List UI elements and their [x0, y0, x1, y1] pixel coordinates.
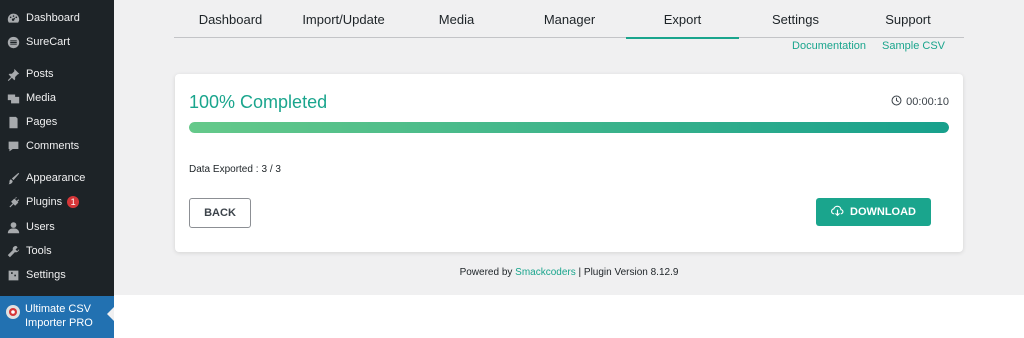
- documentation-link[interactable]: Documentation: [792, 40, 866, 52]
- export-progress-card: 100% Completed 00:00:10 Data Exported :3…: [175, 74, 963, 252]
- data-exported-label: Data Exported :: [189, 164, 259, 175]
- tab-support[interactable]: Support: [852, 0, 964, 38]
- sidebar-item-label: Settings: [26, 269, 66, 281]
- sidebar-item-label: Comments: [26, 140, 80, 152]
- sidebar-item-surecart[interactable]: SureCart: [0, 30, 114, 54]
- sidebar-active-label: Ultimate CSV Importer PRO: [25, 302, 93, 330]
- sidebar-item-appearance[interactable]: Appearance: [0, 166, 114, 190]
- sidebar-item-media[interactable]: Media: [0, 86, 114, 110]
- timer-value: 00:00:10: [906, 96, 949, 108]
- sidebar-item-label: SureCart: [26, 36, 71, 48]
- app-root: Dashboard SureCart Posts Media Pages Com…: [0, 0, 1024, 338]
- admin-sidebar: Dashboard SureCart Posts Media Pages Com…: [0, 0, 114, 338]
- sidebar-item-label: Users: [26, 221, 55, 233]
- plugin-tabs: Dashboard Import/Update Media Manager Ex…: [174, 0, 964, 39]
- active-menu-arrow: [107, 307, 114, 321]
- sidebar-item-comments[interactable]: Comments: [0, 134, 114, 158]
- sidebar-item-label: Media: [26, 92, 56, 104]
- sidebar-item-users[interactable]: Users: [0, 215, 114, 239]
- sidebar-item-label: Appearance: [26, 172, 86, 184]
- sidebar-item-pages[interactable]: Pages: [0, 110, 114, 134]
- pages-icon: [6, 115, 20, 129]
- tab-media[interactable]: Media: [400, 0, 513, 38]
- plugin-icon: [6, 195, 20, 209]
- progress-bar: [189, 122, 949, 133]
- sidebar-active-label-line1: Ultimate CSV: [25, 303, 92, 315]
- sidebar-item-label: Plugins: [26, 196, 63, 208]
- page-bottom-area: [114, 295, 1024, 338]
- media-icon: [6, 91, 20, 105]
- sidebar-item-dashboard[interactable]: Dashboard: [0, 6, 114, 30]
- data-exported-status: Data Exported :3 / 3: [189, 164, 284, 175]
- wrench-icon: [6, 244, 20, 258]
- sidebar-active-label-line2: Importer PRO: [25, 317, 93, 329]
- data-exported-value: 3 / 3: [261, 164, 281, 175]
- tab-export[interactable]: Export: [626, 0, 739, 39]
- sample-csv-link[interactable]: Sample CSV: [882, 40, 945, 52]
- elapsed-timer: 00:00:10: [891, 95, 949, 109]
- footer-version: | Plugin Version 8.12.9: [578, 267, 679, 278]
- download-button-label: DOWNLOAD: [850, 206, 916, 218]
- progress-title: 100% Completed: [189, 92, 328, 112]
- plugin-footer: Powered by Smackcoders | Plugin Version …: [114, 267, 1024, 278]
- sidebar-item-tools[interactable]: Tools: [0, 239, 114, 263]
- tab-manager[interactable]: Manager: [513, 0, 626, 38]
- footer-prefix: Powered by: [459, 267, 513, 278]
- progress-bar-fill: [189, 122, 949, 133]
- clock-icon: [891, 95, 902, 109]
- main-content: Dashboard Import/Update Media Manager Ex…: [114, 0, 1024, 295]
- user-icon: [6, 220, 20, 234]
- pin-icon: [6, 67, 20, 81]
- download-button[interactable]: DOWNLOAD: [816, 198, 931, 226]
- cloud-download-icon: [831, 204, 844, 220]
- sidebar-item-label: Tools: [26, 245, 52, 257]
- comment-icon: [6, 139, 20, 153]
- help-links: Documentation Sample CSV: [792, 40, 945, 52]
- back-button[interactable]: BACK: [189, 198, 251, 228]
- sidebar-item-posts[interactable]: Posts: [0, 62, 114, 86]
- settings-icon: [6, 268, 20, 282]
- sidebar-item-label: Dashboard: [26, 12, 80, 24]
- surecart-icon: [6, 35, 20, 49]
- brush-icon: [6, 171, 20, 185]
- tab-import-update[interactable]: Import/Update: [287, 0, 400, 38]
- tab-dashboard[interactable]: Dashboard: [174, 0, 287, 38]
- csv-importer-icon: [5, 304, 21, 320]
- sidebar-item-label: Pages: [26, 116, 58, 128]
- sidebar-item-settings[interactable]: Settings: [0, 263, 114, 287]
- plugins-update-badge: 1: [67, 196, 80, 208]
- dashboard-icon: [6, 11, 20, 25]
- tab-settings[interactable]: Settings: [739, 0, 852, 38]
- smackcoders-link[interactable]: Smackcoders: [515, 267, 576, 278]
- sidebar-item-label: Posts: [26, 68, 54, 80]
- sidebar-item-plugins[interactable]: Plugins 1: [0, 190, 114, 214]
- sidebar-item-ultimate-csv-importer[interactable]: Ultimate CSV Importer PRO: [0, 296, 114, 338]
